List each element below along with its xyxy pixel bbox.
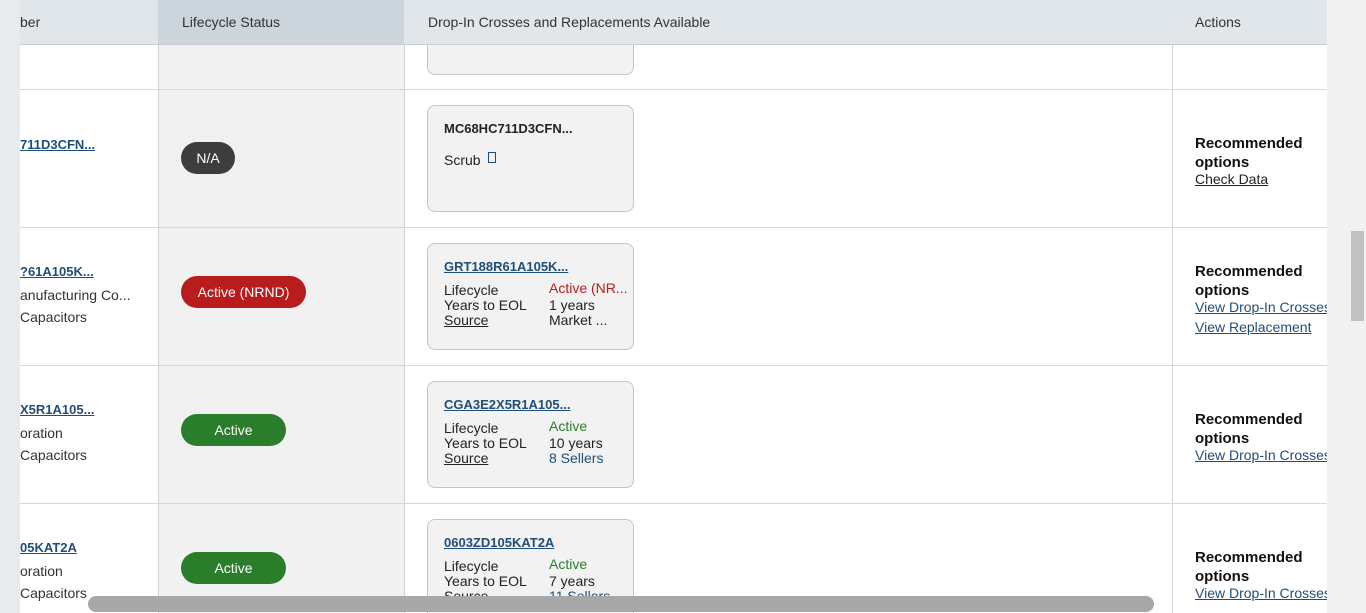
header-lifecycle-status[interactable]: Lifecycle Status bbox=[182, 14, 280, 30]
view-drop-in-crosses-link[interactable]: View Drop-In Crosses bbox=[1195, 447, 1327, 463]
cross-part-number[interactable]: GRT188R61A105K... bbox=[444, 259, 568, 274]
eol-value: 1 years bbox=[549, 297, 595, 313]
vertical-scrollbar-thumb[interactable] bbox=[1351, 231, 1364, 321]
recommended-options: Recommended options bbox=[1195, 263, 1303, 299]
recommended-options: Recommended options bbox=[1195, 411, 1303, 447]
lifecycle-value: Active (NR... bbox=[549, 280, 628, 296]
cross-part-number[interactable]: MC68HC711D3CFN... bbox=[444, 121, 573, 136]
recommended-options: Recommended options bbox=[1195, 549, 1303, 585]
header-crosses[interactable]: Drop-In Crosses and Replacements Availab… bbox=[428, 14, 710, 30]
status-badge: Active (NRND) bbox=[181, 276, 306, 308]
eol-value: 10 years bbox=[549, 435, 603, 451]
row-divider bbox=[20, 227, 1327, 228]
header-actions: Actions bbox=[1195, 14, 1241, 30]
crosses-card: GRT188R61A105K... Lifecycle Active (NR..… bbox=[427, 243, 634, 350]
row-divider bbox=[20, 503, 1327, 504]
external-link-icon[interactable] bbox=[488, 152, 496, 163]
eol-label: Years to EOL bbox=[444, 297, 527, 313]
manufacturer: oration bbox=[20, 563, 63, 579]
column-divider bbox=[158, 0, 159, 613]
view-drop-in-crosses-link[interactable]: View Drop-In Crosses bbox=[1195, 585, 1327, 601]
part-number-link[interactable]: 05KAT2A bbox=[20, 540, 77, 555]
results-table: ber Lifecycle Status Drop-In Crosses and… bbox=[20, 0, 1327, 613]
view-replacement-link[interactable]: View Replacement bbox=[1195, 319, 1311, 335]
sellers-link[interactable]: 8 Sellers bbox=[549, 450, 603, 466]
category: Capacitors bbox=[20, 309, 87, 325]
eol-label: Years to EOL bbox=[444, 573, 527, 589]
category: Capacitors bbox=[20, 447, 87, 463]
manufacturer: oration bbox=[20, 425, 63, 441]
scrub-link[interactable]: Scrub bbox=[444, 152, 481, 168]
check-data-link[interactable]: Check Data bbox=[1195, 171, 1268, 187]
lifecycle-label: Lifecycle bbox=[444, 420, 499, 436]
part-number-link[interactable]: 711D3CFN... bbox=[20, 137, 95, 152]
lifecycle-column-bg bbox=[158, 45, 404, 613]
header-part-number[interactable]: ber bbox=[20, 14, 40, 30]
left-gutter bbox=[0, 0, 20, 613]
category: Capacitors bbox=[20, 585, 87, 601]
status-badge: N/A bbox=[181, 142, 235, 174]
column-divider bbox=[1172, 0, 1173, 613]
lifecycle-label: Lifecycle bbox=[444, 558, 499, 574]
horizontal-scrollbar-thumb[interactable] bbox=[88, 596, 1154, 612]
lifecycle-value: Active bbox=[549, 418, 588, 434]
part-number-link[interactable]: X5R1A105... bbox=[20, 402, 94, 417]
cross-part-number[interactable]: CGA3E2X5R1A105... bbox=[444, 397, 570, 412]
source-link[interactable]: Source bbox=[444, 450, 488, 466]
row-divider bbox=[20, 89, 1327, 90]
status-badge: Active bbox=[181, 414, 286, 446]
part-number-link[interactable]: ?61A105K... bbox=[20, 264, 94, 279]
crosses-card: MC68HC711D3CFN... Scrub bbox=[427, 105, 634, 212]
table-header: ber Lifecycle Status Drop-In Crosses and… bbox=[20, 0, 1327, 45]
lifecycle-value: Active bbox=[549, 556, 588, 572]
view-drop-in-crosses-link[interactable]: View Drop-In Crosses bbox=[1195, 299, 1327, 315]
row-divider bbox=[20, 365, 1327, 366]
column-divider bbox=[404, 0, 405, 613]
source-value: Market ... bbox=[549, 312, 608, 328]
eol-label: Years to EOL bbox=[444, 435, 527, 451]
eol-value: 7 years bbox=[549, 573, 595, 589]
crosses-card: CGA3E2X5R1A105... Lifecycle Active Years… bbox=[427, 381, 634, 488]
recommended-options: Recommended options bbox=[1195, 135, 1303, 171]
cross-part-number[interactable]: 0603ZD105KAT2A bbox=[444, 535, 554, 550]
manufacturer: anufacturing Co... bbox=[20, 287, 131, 303]
status-badge: Active bbox=[181, 552, 286, 584]
lifecycle-label: Lifecycle bbox=[444, 282, 499, 298]
source-link[interactable]: Source bbox=[444, 312, 488, 328]
